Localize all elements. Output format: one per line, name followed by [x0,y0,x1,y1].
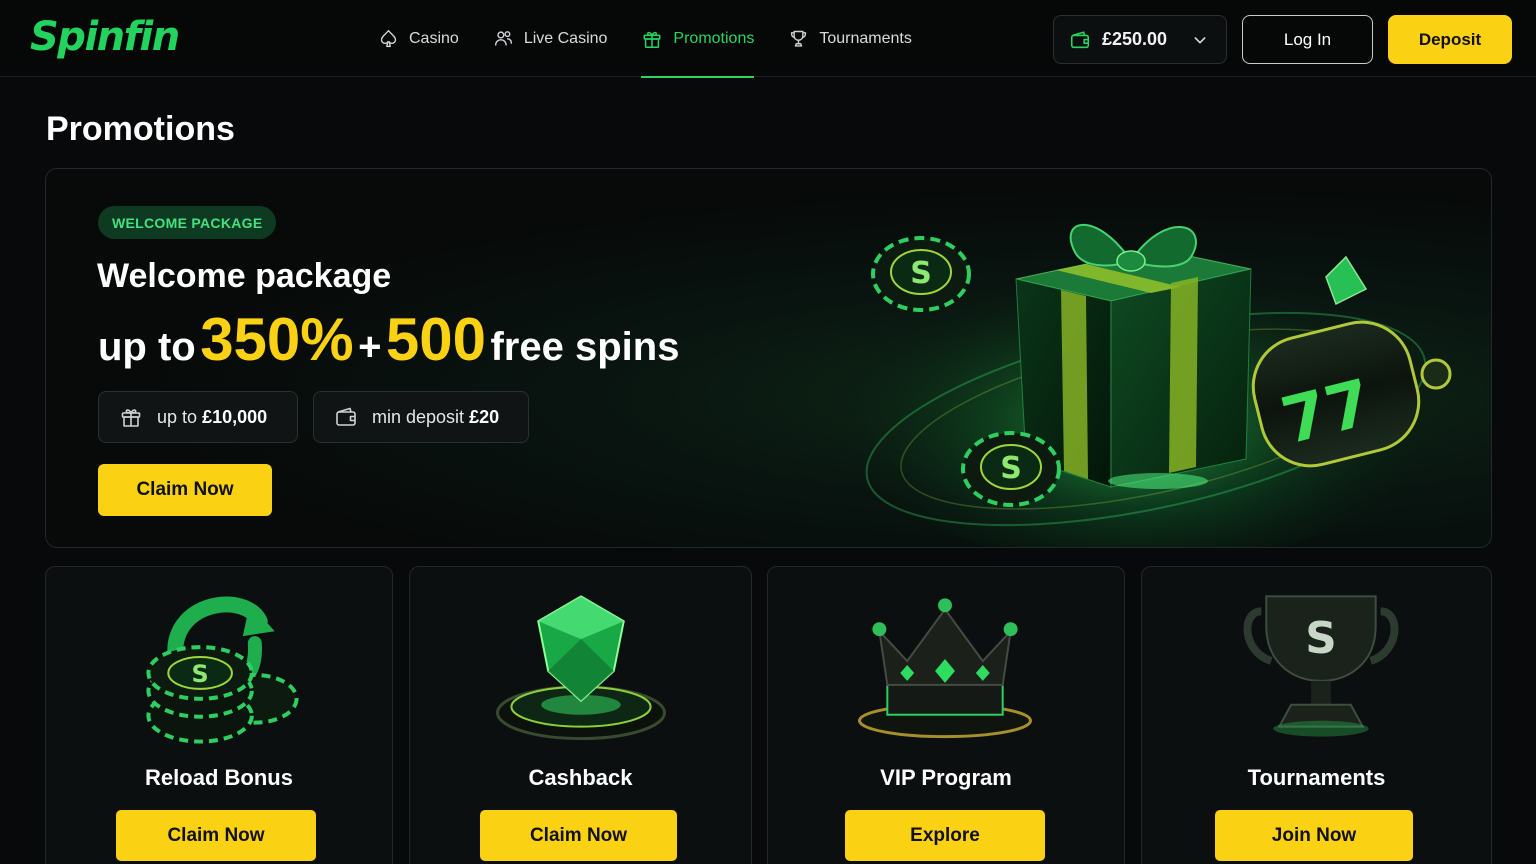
wallet-icon [1070,30,1090,48]
tournaments-join-button[interactable]: Join Now [1215,810,1413,861]
chip-deposit-prefix: min deposit [372,406,465,427]
balance-amount: £250.00 [1102,29,1168,49]
nav-item-label: Promotions [673,29,755,47]
offer-spins: 500 [385,306,487,373]
promo-card-cashback: Cashback Claim Now [409,566,752,864]
hero-offer: up to 350% + 500 free spins [98,305,679,374]
offer-plus: + [358,325,382,369]
wallet-icon [336,407,356,426]
card-title: Reload Bonus [145,765,293,790]
reload-chips-icon: S [146,596,299,744]
chip-bonus-value: £10,000 [202,406,268,427]
main-nav: Casino Live Casino Promotions Tournament… [378,0,946,78]
welcome-package-banner: WELCOME PACKAGE Welcome package up to 35… [45,168,1492,548]
cashback-claim-button[interactable]: Claim Now [480,810,677,861]
offer-suffix: free spins [490,325,680,369]
offer-percent: 350% [200,306,354,373]
gift-box-illustration: S S 77 [836,223,1452,547]
svg-text:S: S [910,256,932,291]
svg-text:S: S [192,660,209,688]
nav-item-promotions[interactable]: Promotions [641,0,755,78]
card-title: Cashback [528,765,633,790]
trophy-icon [791,30,807,47]
trophy-cup-icon: S [1243,595,1399,737]
nav-item-label: Tournaments [819,29,912,47]
min-deposit-chip: min deposit £20 [313,391,529,443]
nav-item-casino[interactable]: Casino [378,0,459,77]
login-button[interactable]: Log In [1242,15,1373,64]
chip-bonus-prefix: up to [157,406,198,427]
balance-selector[interactable]: £250.00 [1053,15,1227,64]
casino-chip-icon: S [871,236,971,312]
svg-text:S: S [1000,451,1022,486]
top-header: Spinfin Casino Live Casino Promotions To… [0,0,1536,78]
card-title: VIP Program [880,765,1012,790]
svg-text:S: S [1305,613,1337,664]
users-icon [494,31,512,46]
casino-chip-icon: S [961,431,1061,507]
bonus-amount-chip: up to £10,000 [98,391,298,443]
nav-item-label: Casino [409,29,459,47]
promo-card-vip-program: VIP Program Explore [767,566,1125,864]
deposit-button[interactable]: Deposit [1388,15,1512,64]
gift-icon [643,31,661,48]
card-title: Tournaments [1247,765,1386,790]
hero-title: Welcome package [97,257,392,295]
chip-deposit-value: £20 [469,406,500,427]
nav-item-live-casino[interactable]: Live Casino [493,0,608,77]
brand-logo[interactable]: Spinfin [30,14,180,60]
page-title: Promotions [46,110,235,148]
hero-claim-button[interactable]: Claim Now [98,464,272,516]
nav-item-tournaments[interactable]: Tournaments [788,0,912,77]
vip-explore-button[interactable]: Explore [845,810,1045,861]
offer-prefix: up to [98,325,196,369]
nav-item-label: Live Casino [523,29,608,47]
emerald-gem-icon [495,595,666,741]
promo-card-tournaments: S Tournaments Join Now [1141,566,1492,864]
crown-icon [857,598,1033,739]
gift-icon [121,409,141,427]
promo-badge: WELCOME PACKAGE [98,206,277,239]
promo-card-reload-bonus: S Reload Bonus Claim Now [45,566,393,864]
chevron-down-icon [1194,37,1206,44]
spade-icon [380,29,397,48]
reload-claim-button[interactable]: Claim Now [116,810,316,861]
